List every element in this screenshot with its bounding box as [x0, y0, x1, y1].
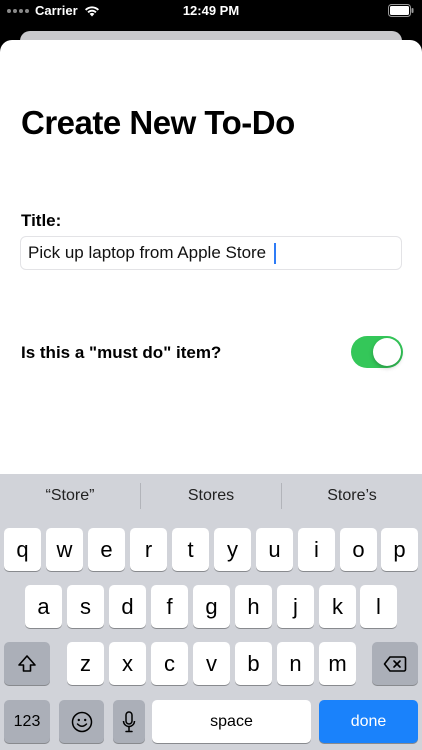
key-q[interactable]: q: [4, 528, 41, 571]
dictation-key[interactable]: [113, 700, 145, 743]
key-b[interactable]: b: [235, 642, 272, 685]
must-do-toggle[interactable]: [351, 336, 403, 368]
status-time: 12:49 PM: [182, 3, 240, 18]
text-cursor: [274, 243, 276, 264]
key-s[interactable]: s: [67, 585, 104, 628]
key-r[interactable]: r: [130, 528, 167, 571]
shift-icon: [18, 654, 36, 672]
key-g[interactable]: g: [193, 585, 230, 628]
key-w[interactable]: w: [46, 528, 83, 571]
key-x[interactable]: x: [109, 642, 146, 685]
emoji-icon: [71, 711, 92, 732]
shift-key[interactable]: [4, 642, 50, 685]
key-t[interactable]: t: [172, 528, 209, 571]
key-v[interactable]: v: [193, 642, 230, 685]
must-do-label: Is this a "must do" item?: [21, 343, 222, 362]
key-f[interactable]: f: [151, 585, 188, 628]
title-input[interactable]: [20, 236, 402, 270]
status-bar: Carrier 12:49 PM: [0, 0, 422, 22]
emoji-key[interactable]: [59, 700, 104, 743]
prediction-1[interactable]: “Store”: [0, 474, 140, 518]
toggle-knob: [373, 338, 401, 366]
key-z[interactable]: z: [67, 642, 104, 685]
key-a[interactable]: a: [25, 585, 62, 628]
key-c[interactable]: c: [151, 642, 188, 685]
key-u[interactable]: u: [256, 528, 293, 571]
key-k[interactable]: k: [319, 585, 356, 628]
key-i[interactable]: i: [298, 528, 335, 571]
key-j[interactable]: j: [277, 585, 314, 628]
title-label: Title:: [21, 211, 62, 230]
space-key[interactable]: space: [152, 700, 311, 743]
key-l[interactable]: l: [360, 585, 397, 628]
numbers-key[interactable]: 123: [4, 700, 50, 743]
delete-icon: [383, 655, 407, 672]
microphone-icon: [122, 710, 136, 732]
keyboard: “Store” Stores Store’s q w e r t y u i o…: [0, 474, 422, 750]
key-h[interactable]: h: [235, 585, 272, 628]
key-d[interactable]: d: [109, 585, 146, 628]
key-n[interactable]: n: [277, 642, 314, 685]
prediction-2[interactable]: Stores: [141, 474, 281, 518]
predictive-bar: “Store” Stores Store’s: [0, 474, 422, 518]
key-y[interactable]: y: [214, 528, 251, 571]
page-title: Create New To-Do: [21, 104, 295, 141]
battery-icon: [388, 4, 414, 17]
key-p[interactable]: p: [381, 528, 418, 571]
done-key[interactable]: done: [319, 700, 418, 743]
key-m[interactable]: m: [319, 642, 356, 685]
prediction-3[interactable]: Store’s: [282, 474, 422, 518]
key-e[interactable]: e: [88, 528, 125, 571]
key-o[interactable]: o: [340, 528, 377, 571]
delete-key[interactable]: [372, 642, 418, 685]
